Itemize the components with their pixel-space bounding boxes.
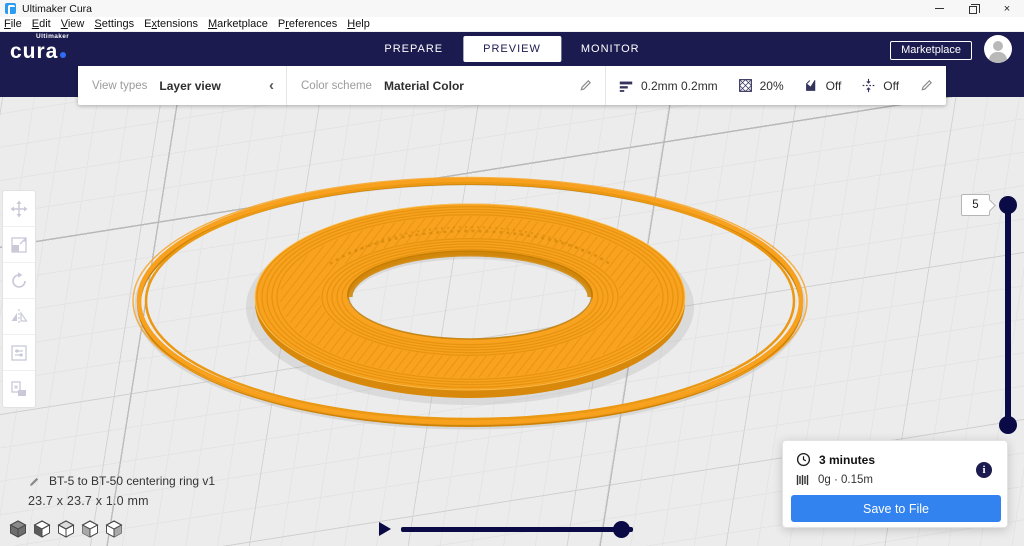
layer-slider-top-handle[interactable] [999,196,1017,214]
tool-sidebar [2,190,36,408]
rename-pencil-icon[interactable] [28,475,41,488]
tab-preview[interactable]: PREVIEW [463,36,561,62]
info-icon[interactable]: i [976,462,992,478]
support-icon [805,80,815,91]
account-avatar[interactable] [984,35,1012,63]
print-settings-summary[interactable]: 0.2mm 0.2mm 20% Off Off [606,66,946,105]
menu-bar: File Edit View Settings Extensions Marketplac… [0,17,1024,32]
layer-slider-track[interactable] [1005,205,1011,425]
model-name[interactable]: BT-5 to BT-50 centering ring v1 [49,474,215,488]
view-3d-button[interactable] [8,519,27,538]
cura-logo: Ultimaker cura [10,33,69,63]
brand-dot [60,51,67,58]
support-blocker-icon [11,381,26,396]
menu-item-file[interactable]: File [0,18,27,30]
cube-3d-icon [8,519,27,538]
stage-tabs: PREPARE PREVIEW MONITOR [368,32,655,66]
menu-item-view[interactable]: View [56,18,90,30]
color-scheme-label: Color scheme [301,79,372,92]
adhesion-setting[interactable]: Off [861,78,899,93]
layer-number-label: 5 [961,194,990,216]
marketplace-button[interactable]: Marketplace [890,41,972,60]
rotate-tool-button[interactable] [3,263,35,299]
path-slider-track[interactable] [401,527,633,532]
edit-pencil-icon[interactable] [578,78,593,93]
layer-height-value: 0.2mm 0.2mm [641,78,718,93]
menu-item-help[interactable]: Help [342,18,375,30]
maximize-button[interactable] [956,0,990,17]
edit-settings-pencil-icon[interactable] [919,78,934,93]
cube-top-icon [56,519,75,538]
menu-item-extensions[interactable]: Extensions [139,18,203,30]
preview-toolbar: View types Layer view ‹ Color scheme Mat… [78,66,946,105]
close-icon: × [1003,2,1011,15]
support-blocker-tool-button[interactable] [3,371,35,407]
rotate-icon [12,271,26,288]
cura-window: Ultimaker Cura × File Edit View Settings Ext… [0,0,1024,546]
infill-setting[interactable]: 20% [738,78,784,93]
minimize-button[interactable] [922,0,956,17]
material-spool-icon [796,475,809,485]
minimize-icon [934,8,944,9]
cube-front-icon [32,519,51,538]
view-types-label: View types [92,79,148,92]
menu-item-settings[interactable]: Settings [89,18,139,30]
view-type-value: Layer view [159,78,221,93]
support-setting[interactable]: Off [804,78,842,93]
path-slider-handle[interactable] [613,521,630,538]
view-front-button[interactable] [32,519,51,538]
scale-tool-button[interactable] [3,227,35,263]
mirror-tool-button[interactable] [3,299,35,335]
camera-view-presets [8,519,123,538]
view-left-button[interactable] [80,519,99,538]
move-tool-button[interactable] [3,191,35,227]
window-title: Ultimaker Cura [22,2,93,15]
view-top-button[interactable] [56,519,75,538]
infill-value: 20% [759,78,784,93]
clock-icon [796,452,811,467]
brand-cura-label: cura [10,39,59,63]
infill-icon [738,79,752,92]
avatar-person-icon [993,41,1003,51]
layer-height-setting[interactable]: 0.2mm 0.2mm [618,78,718,94]
cube-left-icon [80,519,99,538]
main-header: Ultimaker cura PREPARE PREVIEW MONITOR M… [0,32,1024,66]
layer-slider-bottom-handle[interactable] [999,416,1017,434]
support-value: Off [825,78,842,93]
per-model-settings-icon [11,344,27,361]
menu-item-preferences[interactable]: Preferences [273,18,342,30]
move-icon [10,200,28,217]
material-estimate: 0g · 0.15m [818,474,873,486]
chevron-left-icon[interactable]: ‹ [269,77,274,94]
menu-item-edit[interactable]: Edit [27,18,56,30]
cura-app-icon [5,3,16,16]
scale-icon [11,236,27,253]
color-scheme-selector[interactable]: Color scheme Material Color [287,66,605,105]
title-bar: Ultimaker Cura × [0,0,1024,17]
print-job-panel: 3 minutes 0g · 0.15m i Save to File [782,440,1008,528]
view-type-selector[interactable]: View types Layer view ‹ [78,66,286,105]
cube-right-icon [104,519,123,538]
adhesion-icon [862,78,875,93]
adhesion-value: Off [883,78,900,93]
model-info-block: BT-5 to BT-50 centering ring v1 23.7 x 2… [28,474,215,508]
color-scheme-value: Material Color [383,78,464,93]
save-to-file-button[interactable]: Save to File [791,495,1001,522]
mirror-icon [11,308,28,325]
restore-icon [969,3,980,14]
tab-monitor[interactable]: MONITOR [565,36,656,62]
close-button[interactable]: × [990,0,1024,17]
layer-height-icon [619,81,633,92]
view-right-button[interactable] [104,519,123,538]
model-dimensions: 23.7 x 23.7 x 1.0 mm [28,494,149,508]
play-icon[interactable] [379,522,391,536]
menu-item-marketplace[interactable]: Marketplace [203,18,273,30]
per-model-settings-tool-button[interactable] [3,335,35,371]
print-time-estimate: 3 minutes [819,452,876,467]
tab-prepare[interactable]: PREPARE [368,36,459,62]
